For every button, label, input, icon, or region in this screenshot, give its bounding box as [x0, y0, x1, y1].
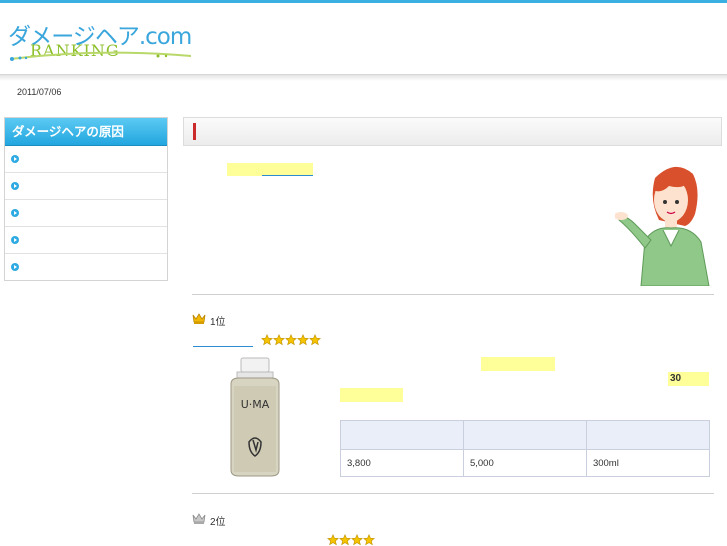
rank-1-label: 1位 — [210, 317, 226, 328]
product-spec-table: 3,800 5,000 300ml — [340, 420, 711, 477]
sidebar-item[interactable] — [5, 227, 167, 254]
bullet-arrow-icon — [11, 209, 19, 217]
gold-crown-icon — [192, 313, 206, 324]
post-date: 2011/07/06 — [17, 87, 62, 97]
star-icon — [339, 534, 351, 546]
spec-regular-price: 5,000 — [462, 449, 587, 477]
site-logo[interactable]: ダメージヘア.com RANKING — [8, 17, 193, 63]
section-divider — [192, 493, 714, 494]
sidebar-item[interactable] — [5, 173, 167, 200]
rating-stars — [261, 334, 321, 346]
star-icon — [261, 334, 273, 346]
sidebar-item[interactable] — [5, 146, 167, 173]
title-marker — [193, 123, 196, 140]
description-highlight — [340, 388, 403, 402]
content-title-bar — [183, 117, 722, 146]
bullet-arrow-icon — [11, 236, 19, 244]
spec-header — [340, 420, 464, 450]
bullet-arrow-icon — [11, 155, 19, 163]
spec-header — [462, 420, 587, 450]
star-icon — [285, 334, 297, 346]
rating-stars — [327, 534, 375, 546]
header-shadow — [0, 75, 727, 81]
spec-price: 3,800 — [340, 449, 464, 477]
spec-header — [585, 420, 711, 450]
star-icon — [351, 534, 363, 546]
site-header: ダメージヘア.com RANKING — [0, 3, 727, 75]
sidebar: ダメージヘアの原因 — [4, 117, 168, 281]
bullet-arrow-icon — [11, 263, 19, 271]
description-highlight — [481, 357, 555, 371]
bottle-label: U·MA — [241, 398, 270, 411]
section-divider — [192, 294, 714, 295]
star-icon — [309, 334, 321, 346]
sidebar-title: ダメージヘアの原因 — [5, 118, 167, 146]
star-icon — [363, 534, 375, 546]
silver-crown-icon — [192, 513, 206, 524]
bullet-arrow-icon — [11, 182, 19, 190]
logo-swoosh-icon — [9, 51, 192, 61]
rank-2-label: 2位 — [210, 517, 226, 528]
sidebar-item[interactable] — [5, 254, 167, 280]
star-icon — [273, 334, 285, 346]
product-bottle-image[interactable]: U·MA — [225, 356, 285, 478]
highlight-number: 30 — [670, 373, 682, 384]
intro-link[interactable] — [262, 175, 313, 176]
star-icon — [327, 534, 339, 546]
guide-woman-illustration — [615, 166, 710, 286]
sidebar-item[interactable] — [5, 200, 167, 227]
star-icon — [297, 334, 309, 346]
product-1-link[interactable] — [193, 346, 253, 347]
spec-volume: 300ml — [585, 449, 711, 477]
